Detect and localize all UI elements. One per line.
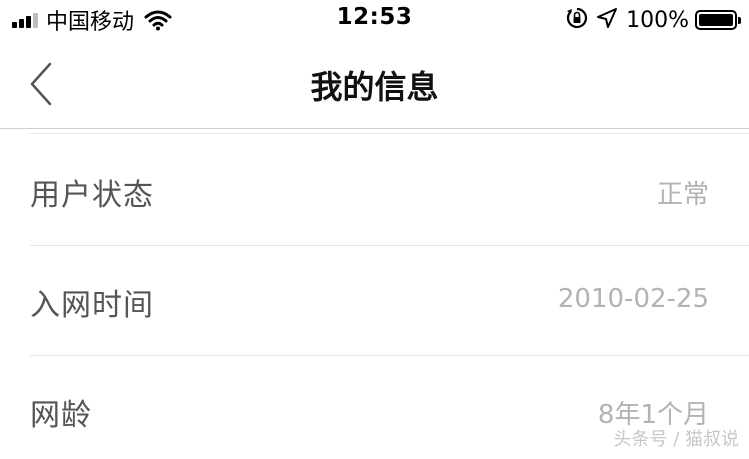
row-label: 用户状态 — [30, 178, 154, 213]
status-bar: 中国移动 12:53 100% — [0, 0, 749, 40]
navigation-bar: 我的信息 — [0, 40, 749, 129]
screen: 中国移动 12:53 100% 我的信息 用户状态 正常 入网时间 2010-0… — [0, 0, 749, 459]
row-label: 入网时间 — [30, 288, 154, 323]
divider — [30, 133, 749, 134]
page-title: 我的信息 — [310, 68, 439, 106]
status-right: 100% — [566, 6, 741, 34]
rotation-lock-icon — [566, 7, 588, 33]
list-item-user-status: 用户状态 正常 — [30, 136, 749, 246]
battery-percentage: 100% — [626, 7, 689, 33]
row-value: 正常 — [656, 180, 709, 210]
watermark: 头条号 / 猫叔说 — [613, 429, 739, 450]
row-value: 2010-02-25 — [557, 284, 709, 314]
battery-icon — [695, 10, 741, 30]
location-arrow-icon — [596, 7, 618, 33]
row-label: 网龄 — [30, 398, 92, 433]
list-item-join-date: 入网时间 2010-02-25 — [30, 246, 749, 356]
